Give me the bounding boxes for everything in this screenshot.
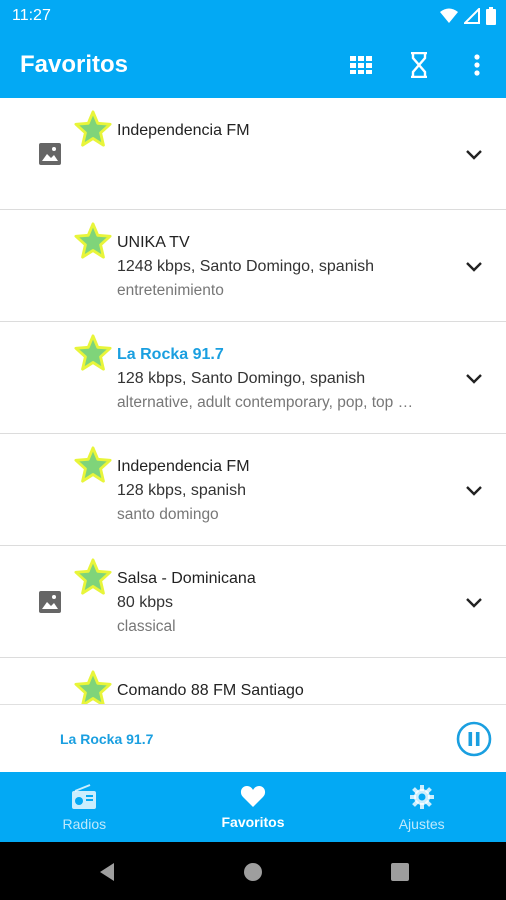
nav-item-ajustes[interactable]: Ajustes (337, 772, 506, 842)
expand-chevron-icon[interactable] (462, 478, 486, 502)
image-placeholder-icon (39, 591, 61, 613)
bottom-navigation: Radios Favoritos Ajustes (0, 772, 506, 842)
station-name: Comando 88 FM Santiago (117, 682, 304, 699)
station-name: Independencia FM (117, 122, 250, 139)
expand-chevron-icon[interactable] (462, 254, 486, 278)
recents-icon[interactable] (389, 861, 411, 883)
favorite-star-icon[interactable] (74, 670, 112, 704)
nav-label-ajustes: Ajustes (398, 816, 445, 832)
station-tags: alternative, adult contemporary, pop, to… (117, 394, 414, 411)
favorite-star-icon[interactable] (74, 446, 112, 484)
status-icons (440, 7, 496, 25)
grid-view-icon (350, 56, 372, 74)
expand-chevron-icon[interactable] (462, 142, 486, 166)
station-info: 80 kbps (117, 594, 174, 611)
gear-icon (409, 785, 434, 809)
favorite-star-icon[interactable] (74, 222, 112, 260)
signal-icon (464, 8, 480, 24)
station-name: Salsa - Dominicana (117, 570, 256, 587)
station-texts: La Rocka 91.7 128 kbps, Santo Domingo, sp… (117, 343, 447, 415)
expand-chevron-icon[interactable] (462, 366, 486, 390)
station-texts: Independencia FM 128 kbps, spanish santo d… (117, 455, 447, 527)
wifi-icon (440, 8, 458, 23)
nav-label-favoritos: Favoritos (221, 814, 285, 830)
favorite-star-icon[interactable] (74, 334, 112, 372)
more-vert-icon (474, 54, 480, 76)
nav-item-favoritos[interactable]: Favoritos (169, 772, 338, 842)
image-placeholder-icon (39, 143, 61, 165)
now-playing-title: La Rocka 91.7 (60, 731, 154, 747)
page-title: Favoritos (20, 51, 129, 78)
system-navigation-bar (0, 842, 506, 900)
more-options-button[interactable] (462, 50, 492, 80)
back-icon[interactable] (96, 861, 118, 883)
nav-item-radios[interactable]: Radios (0, 772, 169, 842)
station-name: La Rocka 91.7 (117, 346, 224, 363)
status-bar: 11:27 (0, 0, 506, 32)
pause-button[interactable] (456, 721, 492, 757)
station-info: 1248 kbps, Santo Domingo, spanish (117, 258, 375, 275)
station-tags: entretenimiento (117, 282, 224, 299)
station-info: 128 kbps, Santo Domingo, spanish (117, 370, 366, 387)
station-texts: UNIKA TV 1248 kbps, Santo Domingo, spanis… (117, 231, 447, 303)
favorites-list[interactable]: Independencia FM UNIKA TV 1248 kbps, Santo… (0, 98, 506, 704)
favorite-star-icon[interactable] (74, 110, 112, 148)
station-tags: classical (117, 618, 176, 635)
station-tags: santo domingo (117, 506, 219, 523)
nav-label-radios: Radios (62, 816, 107, 832)
heart-icon (240, 786, 266, 807)
station-texts: Salsa - Dominicana 80 kbps classical (117, 567, 447, 639)
mini-player[interactable]: La Rocka 91.7 (0, 704, 506, 772)
status-time: 11:27 (12, 7, 51, 24)
app-actions (346, 50, 492, 80)
station-row[interactable]: La Rocka 91.7 128 kbps, Santo Domingo, sp… (0, 322, 506, 434)
station-texts: Comando 88 FM Santiago (117, 679, 447, 703)
sleep-timer-icon (411, 52, 427, 78)
radio-icon (72, 784, 97, 809)
station-name: Independencia FM (117, 458, 250, 475)
station-info: 128 kbps, spanish (117, 482, 246, 499)
station-row[interactable]: Independencia FM 128 kbps, spanish santo d… (0, 434, 506, 546)
station-texts: Independencia FM (117, 119, 447, 143)
station-row[interactable]: UNIKA TV 1248 kbps, Santo Domingo, spanis… (0, 210, 506, 322)
battery-icon (486, 7, 496, 25)
station-row[interactable]: Independencia FM (0, 98, 506, 210)
grid-view-button[interactable] (346, 50, 376, 80)
sleep-timer-button[interactable] (404, 50, 434, 80)
home-icon[interactable] (242, 861, 264, 883)
station-row[interactable]: Comando 88 FM Santiago (0, 658, 506, 704)
station-row[interactable]: Salsa - Dominicana 80 kbps classical (0, 546, 506, 658)
expand-chevron-icon[interactable] (462, 590, 486, 614)
app-bar: Favoritos (0, 32, 506, 98)
station-name: UNIKA TV (117, 234, 190, 251)
favorite-star-icon[interactable] (74, 558, 112, 596)
